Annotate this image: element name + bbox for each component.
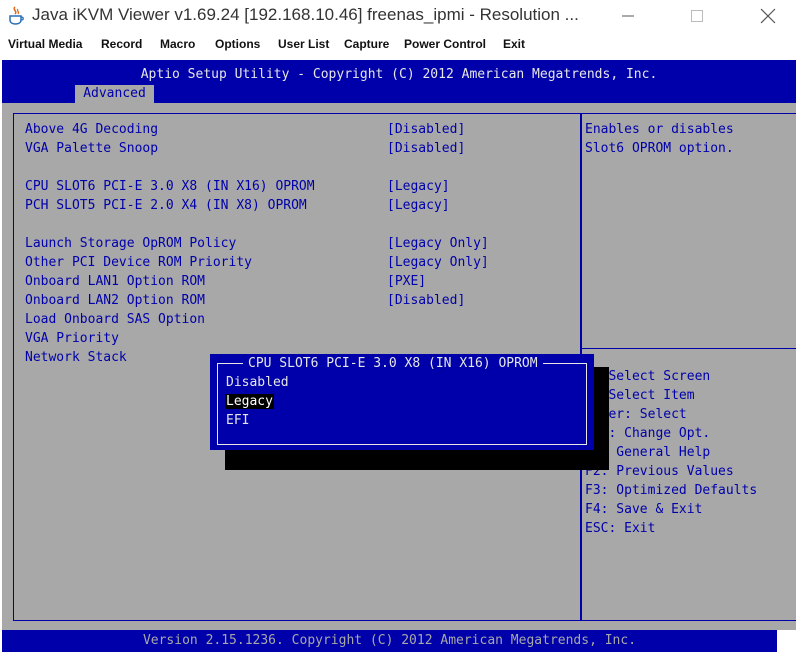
minimize-icon	[622, 15, 634, 17]
setting-label-above-4g[interactable]: Above 4G Decoding	[25, 122, 158, 137]
setting-label-lan2-rom[interactable]: Onboard LAN2 Option ROM	[25, 293, 205, 308]
setting-label-vga-priority[interactable]: VGA Priority	[25, 331, 119, 346]
setting-label-lan1-rom[interactable]: Onboard LAN1 Option ROM	[25, 274, 205, 289]
menu-capture[interactable]: Capture	[344, 37, 389, 51]
setting-value-lan1-rom[interactable]: [PXE]	[387, 274, 426, 289]
setting-label-other-pci-rom[interactable]: Other PCI Device ROM Priority	[25, 255, 252, 270]
minimize-button[interactable]	[605, 0, 651, 32]
setting-value-lan2-rom[interactable]: [Disabled]	[387, 293, 465, 308]
popup-option-disabled[interactable]: Disabled	[225, 375, 290, 390]
bios-header: Aptio Setup Utility - Copyright (C) 2012…	[2, 60, 796, 103]
bios-footer-text: Version 2.15.1236. Copyright (C) 2012 Am…	[142, 633, 637, 648]
setting-value-storage-oprom[interactable]: [Legacy Only]	[387, 236, 489, 251]
key-f4-save-exit: F4: Save & Exit	[585, 502, 703, 517]
help-line-2: Slot6 OPROM option.	[585, 141, 734, 156]
popup-title: CPU SLOT6 PCI-E 3.0 X8 (IN X16) OPROM	[243, 356, 543, 371]
bios-footer: Version 2.15.1236. Copyright (C) 2012 Am…	[2, 630, 777, 652]
key-f3-defaults: F3: Optimized Defaults	[585, 483, 758, 498]
java-app-icon	[9, 6, 24, 25]
setting-label-vga-palette[interactable]: VGA Palette Snoop	[25, 141, 158, 156]
help-frame	[581, 113, 796, 621]
menu-record[interactable]: Record	[101, 37, 142, 51]
close-button[interactable]	[745, 0, 791, 32]
key-esc-exit: ESC: Exit	[585, 521, 656, 536]
setting-value-above-4g[interactable]: [Disabled]	[387, 122, 465, 137]
menu-options[interactable]: Options	[215, 37, 260, 51]
menu-macro[interactable]: Macro	[160, 37, 195, 51]
popup-option-legacy[interactable]: Legacy	[225, 394, 274, 409]
close-icon	[760, 8, 776, 24]
window-titlebar: Java iKVM Viewer v1.69.24 [192.168.10.46…	[0, 0, 798, 32]
setting-label-sas-option[interactable]: Load Onboard SAS Option	[25, 312, 205, 327]
bios-header-title: Aptio Setup Utility - Copyright (C) 2012…	[140, 67, 658, 82]
bios-main-panel: Above 4G Decoding [Disabled] VGA Palette…	[2, 103, 796, 630]
menubar: Virtual Media Record Macro Options User …	[0, 32, 798, 56]
setting-label-pch-slot5[interactable]: PCH SLOT5 PCI-E 2.0 X4 (IN X8) OPROM	[25, 198, 307, 213]
maximize-button[interactable]	[674, 0, 720, 32]
menu-user-list[interactable]: User List	[278, 37, 329, 51]
menu-virtual-media[interactable]: Virtual Media	[8, 37, 82, 51]
menu-exit[interactable]: Exit	[503, 37, 525, 51]
popup-option-efi[interactable]: EFI	[225, 413, 250, 428]
window-title: Java iKVM Viewer v1.69.24 [192.168.10.46…	[32, 5, 579, 24]
kvm-screen[interactable]: Aptio Setup Utility - Copyright (C) 2012…	[0, 56, 798, 661]
setting-label-network-stack[interactable]: Network Stack	[25, 350, 127, 365]
setting-label-cpu-slot6[interactable]: CPU SLOT6 PCI-E 3.0 X8 (IN X16) OPROM	[25, 179, 315, 194]
setting-value-other-pci-rom[interactable]: [Legacy Only]	[387, 255, 489, 270]
help-divider	[582, 348, 796, 349]
setting-value-vga-palette[interactable]: [Disabled]	[387, 141, 465, 156]
help-line-1: Enables or disables	[585, 122, 734, 137]
tab-advanced[interactable]: Advanced	[75, 85, 154, 103]
maximize-icon	[691, 10, 703, 22]
oprom-popup: CPU SLOT6 PCI-E 3.0 X8 (IN X16) OPROM Di…	[210, 354, 594, 450]
menu-power-control[interactable]: Power Control	[404, 37, 486, 51]
setting-label-storage-oprom[interactable]: Launch Storage OpROM Policy	[25, 236, 236, 251]
setting-value-cpu-slot6[interactable]: [Legacy]	[387, 179, 450, 194]
setting-value-pch-slot5[interactable]: [Legacy]	[387, 198, 450, 213]
